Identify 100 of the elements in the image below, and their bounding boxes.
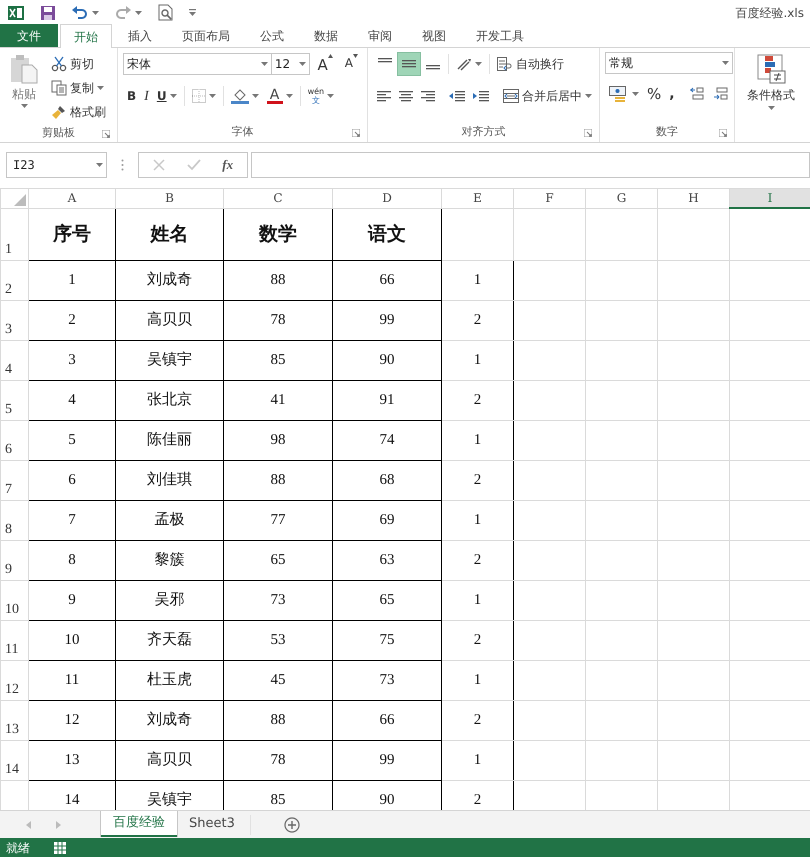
wrap-text-button[interactable]: 自动换行 [493, 52, 568, 76]
caret-icon[interactable] [475, 62, 482, 66]
row-header[interactable]: 6 [0, 420, 28, 460]
row-header[interactable]: 5 [0, 380, 28, 420]
phonetic-guide-button[interactable]: wén 文 [304, 84, 338, 108]
sheet-tab[interactable]: Sheet3 [177, 811, 247, 837]
save-icon[interactable] [40, 4, 56, 20]
table-cell: 74 [332, 420, 442, 460]
column-header[interactable]: A [28, 188, 116, 208]
spreadsheet-app-icon[interactable] [8, 4, 24, 20]
percent-button[interactable]: % [643, 82, 666, 106]
ribbon-tab[interactable]: 插入 [114, 24, 166, 47]
row-header[interactable]: 9 [0, 540, 28, 580]
table-cell: 4 [28, 380, 116, 420]
add-sheet-icon[interactable] [284, 816, 300, 832]
dialog-launcher-icon[interactable] [352, 129, 360, 137]
caret-icon[interactable] [135, 10, 142, 14]
dialog-launcher-icon[interactable] [584, 129, 592, 137]
ribbon-tab[interactable]: 公式 [246, 24, 298, 47]
column-header[interactable]: I [730, 188, 810, 208]
table-cell: 66 [332, 700, 442, 740]
caret-icon[interactable] [96, 163, 103, 167]
caret-icon[interactable] [208, 94, 216, 98]
column-header[interactable]: F [514, 188, 586, 208]
ribbon-tab[interactable]: 开始 [60, 24, 112, 48]
caret-icon[interactable] [327, 94, 334, 98]
row-header[interactable]: 11 [0, 620, 28, 660]
font-color-button[interactable]: A [262, 84, 297, 108]
column-header[interactable]: B [116, 188, 224, 208]
row-header[interactable]: 7 [0, 460, 28, 500]
insert-function-button[interactable]: fx [218, 153, 238, 177]
column-header[interactable]: E [442, 188, 514, 208]
sheet-tab[interactable]: 百度经验 [101, 811, 177, 837]
bold-button[interactable]: B [123, 84, 140, 108]
paste-button[interactable]: 粘贴 [5, 52, 43, 124]
ribbon-tab[interactable]: 视图 [408, 24, 460, 47]
ribbon-tab[interactable]: 数据 [300, 24, 352, 47]
caret-icon[interactable] [286, 94, 293, 98]
table-cell: 孟极 [116, 500, 224, 540]
table-cell: 1 [442, 660, 514, 700]
font-size-dropdown[interactable]: 12 [270, 53, 310, 75]
table-cell: 65 [332, 580, 442, 620]
conditional-formatting-button[interactable]: 条件格式 [743, 52, 799, 112]
table-cell: 1 [442, 740, 514, 780]
number-format-dropdown[interactable]: 常规 [605, 52, 733, 74]
decrease-font-size-button[interactable]: A [340, 52, 362, 76]
ribbon-tab[interactable]: 页面布局 [168, 24, 244, 47]
underline-button[interactable]: U [152, 84, 181, 108]
undo-icon[interactable] [72, 6, 88, 20]
clipboard-icon [9, 54, 39, 84]
customize-toolbar-icon[interactable] [189, 8, 196, 16]
ribbon-tab[interactable]: 开发工具 [462, 24, 538, 47]
table-cell: 78 [224, 300, 332, 340]
merge-center-button[interactable]: 合并后居中 [499, 84, 596, 108]
caret-icon[interactable] [722, 61, 729, 65]
row-header[interactable]: 1 [0, 208, 28, 260]
column-header[interactable]: C [224, 188, 332, 208]
ribbon-tab[interactable]: 审阅 [354, 24, 406, 47]
name-box[interactable]: I23 [6, 152, 107, 178]
caret-icon[interactable] [170, 94, 177, 98]
caret-icon[interactable] [768, 106, 774, 110]
dialog-launcher-icon[interactable] [102, 130, 110, 138]
caret-icon[interactable] [260, 62, 268, 66]
column-header[interactable]: D [332, 188, 442, 208]
row-header[interactable]: 13 [0, 700, 28, 740]
italic-button[interactable]: I [140, 84, 153, 108]
table-cell: 黎簇 [116, 540, 224, 580]
copy-icon [51, 80, 67, 96]
format-painter-button[interactable]: 格式刷 [47, 100, 110, 124]
row-header[interactable]: 10 [0, 580, 28, 620]
row-header[interactable]: 4 [0, 340, 28, 380]
row-header[interactable]: 8 [0, 500, 28, 540]
row-header[interactable]: 12 [0, 660, 28, 700]
middle-align-button[interactable] [397, 52, 421, 76]
column-header[interactable]: G [586, 188, 658, 208]
table-cell: 12 [28, 700, 116, 740]
caret-icon[interactable] [92, 10, 99, 14]
formula-input-field[interactable] [251, 152, 810, 178]
comma-style-button[interactable]: , [665, 82, 679, 106]
caret-icon[interactable] [97, 86, 104, 90]
drag-handle-icon[interactable] [121, 159, 124, 171]
row-header[interactable]: 3 [0, 300, 28, 340]
dialog-launcher-icon[interactable] [719, 129, 727, 137]
caret-icon[interactable] [298, 62, 306, 66]
table-cell: 2 [442, 460, 514, 500]
print-preview-icon[interactable] [158, 4, 173, 21]
caret-icon[interactable] [252, 94, 259, 98]
increase-font-size-button[interactable]: A [314, 52, 337, 76]
copy-button[interactable]: 复制 [47, 76, 110, 100]
caret-icon[interactable] [632, 92, 639, 96]
caret-icon[interactable] [585, 94, 592, 98]
column-header[interactable]: H [658, 188, 730, 208]
caret-icon[interactable] [20, 104, 28, 108]
font-name-dropdown[interactable]: 宋体 [123, 53, 272, 75]
row-header[interactable]: 14 [0, 740, 28, 780]
cut-button[interactable]: 剪切 [47, 52, 110, 76]
row-header[interactable]: 2 [0, 260, 28, 300]
redo-icon[interactable] [115, 6, 131, 20]
ribbon-tab[interactable]: 文件 [0, 24, 58, 47]
window-title: 百度经验.xls [735, 4, 804, 22]
